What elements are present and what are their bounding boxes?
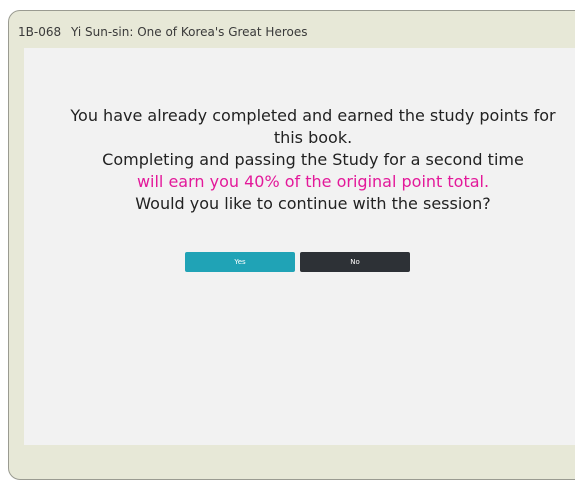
message-line-1: You have already completed and earned th… (70, 106, 556, 125)
dialog-message: You have already completed and earned th… (24, 105, 575, 215)
message-line-5: Would you like to continue with the sess… (135, 194, 491, 213)
no-button[interactable]: No (300, 252, 410, 272)
message-line-2: this book. (273, 128, 353, 147)
book-code: 1B-068 (18, 25, 62, 39)
dialog-panel: You have already completed and earned th… (24, 48, 575, 445)
book-title: Yi Sun-sin: One of Korea's Great Heroes (70, 25, 308, 39)
yes-button[interactable]: Yes (185, 252, 295, 272)
message-line-3: Completing and passing the Study for a s… (102, 150, 524, 169)
book-title-bar: 1B-068 Yi Sun-sin: One of Korea's Great … (18, 25, 308, 39)
message-highlight: will earn you 40% of the original point … (136, 172, 490, 191)
